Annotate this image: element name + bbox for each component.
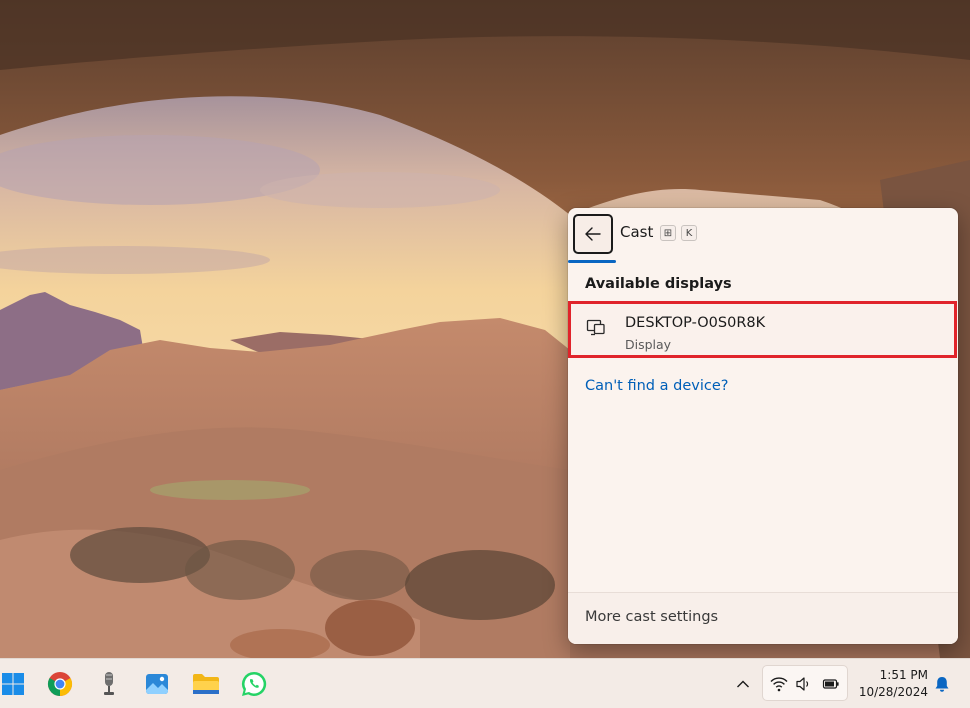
recorder-taskbar-button[interactable]: [94, 669, 124, 699]
file-explorer-taskbar-button[interactable]: [191, 669, 221, 699]
whatsapp-icon: [241, 671, 267, 696]
battery-icon: [822, 679, 839, 689]
photos-taskbar-button[interactable]: [142, 669, 172, 699]
volume-icon: [796, 677, 809, 691]
microphone-icon: [104, 672, 114, 695]
available-displays-heading: Available displays: [585, 276, 732, 292]
start-button[interactable]: [0, 669, 28, 699]
clock-date: 10/28/2024: [858, 685, 928, 699]
k-key-badge: K: [681, 225, 697, 241]
wifi-icon: [770, 677, 788, 692]
chrome-taskbar-button[interactable]: [45, 669, 75, 699]
photos-icon: [146, 674, 168, 694]
show-hidden-icons-button[interactable]: [728, 669, 758, 699]
chrome-icon: [47, 672, 73, 696]
device-type: Display: [625, 337, 672, 352]
device-item-desktop[interactable]: DESKTOP-O0S0R8K Display: [568, 301, 957, 358]
more-cast-settings-link[interactable]: More cast settings: [585, 609, 718, 625]
cant-find-device-link[interactable]: Can't find a device?: [585, 378, 728, 394]
clock-time: 1:51 PM: [879, 668, 928, 682]
panel-title: Cast: [620, 223, 654, 241]
cast-header: Cast ⊞ K: [568, 208, 958, 264]
bell-icon: [935, 677, 949, 692]
notifications-button[interactable]: [929, 669, 955, 699]
chevron-up-icon: [737, 680, 749, 688]
cast-footer: More cast settings: [568, 592, 958, 644]
windows-key-icon: ⊞: [660, 225, 676, 241]
device-name: DESKTOP-O0S0R8K: [625, 315, 766, 331]
file-explorer-icon: [193, 674, 219, 694]
quick-settings-button[interactable]: [762, 665, 848, 701]
taskbar: 1:51 PM 10/28/2024: [0, 658, 970, 708]
focus-indicator: [568, 260, 616, 263]
cast-flyout: Cast ⊞ K Available displays DESKTOP-O0S0…: [568, 208, 958, 644]
start-icon: [2, 673, 24, 695]
back-button[interactable]: [573, 214, 613, 254]
back-arrow-icon: [585, 227, 601, 241]
display-device-icon: [586, 319, 605, 336]
clock[interactable]: 1:51 PM 10/28/2024: [852, 667, 928, 701]
whatsapp-taskbar-button[interactable]: [239, 669, 269, 699]
